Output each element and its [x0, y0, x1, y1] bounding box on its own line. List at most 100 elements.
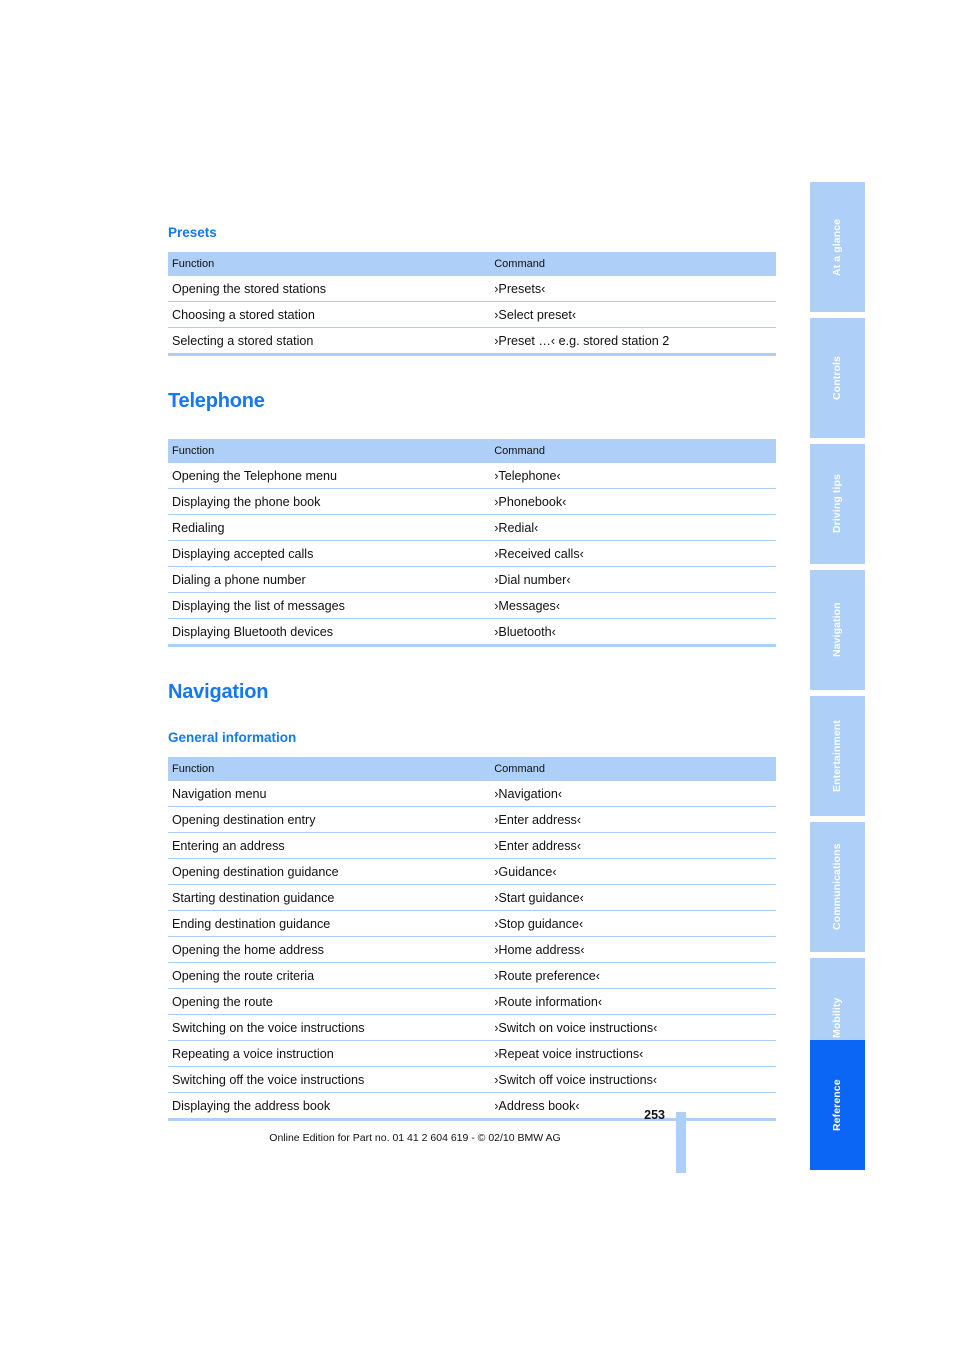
command-table-presets: Function Command Opening the stored statio…: [168, 252, 776, 353]
tab-label: Communications: [831, 843, 843, 931]
command-cell: ›Phonebook‹: [490, 488, 776, 515]
function-cell: Opening destination entry: [168, 806, 491, 833]
command-table-navigation: Function Command Navigation menu ›Navigatio…: [168, 757, 776, 1118]
table-row: Choosing a stored station ›Select preset‹: [168, 301, 776, 328]
table-row: Opening destination entry ›Enter address‹: [168, 806, 776, 833]
table-header-row: Function Command: [168, 439, 776, 463]
function-cell: Ending destination guidance: [168, 910, 491, 937]
table-row: Displaying the list of messages ›Messages…: [168, 592, 776, 619]
command-cell: ›Received calls‹: [490, 540, 776, 567]
command-cell: ›Telephone‹: [490, 463, 776, 489]
function-cell: Displaying accepted calls: [168, 540, 491, 567]
command-cell: ›Stop guidance‹: [490, 910, 776, 937]
function-cell: Displaying the address book: [172, 1099, 331, 1113]
tab-label: Reference: [831, 1079, 843, 1131]
tab-at-a-glance[interactable]: At a glance: [810, 182, 865, 312]
function-cell: Entering an address: [168, 832, 491, 859]
function-cell: Opening the route criteria: [168, 962, 491, 989]
page-content: Presets Function Command Opening the stored…: [168, 225, 776, 1121]
table-row: Opening the stored stations ›Presets‹: [168, 276, 776, 302]
column-header: Command: [490, 252, 776, 276]
table-row: Selecting a stored station ›Preset …‹ e.g…: [168, 328, 776, 354]
heading-navigation: Navigation: [168, 681, 269, 703]
tab-label: Driving tips: [831, 474, 843, 534]
table-row: Displaying Bluetooth devices ›Bluetooth‹: [168, 619, 776, 645]
table-row: Repeating a voice instruction ›Repeat voi…: [168, 1040, 776, 1067]
function-cell: Dialing a phone number: [168, 566, 491, 593]
footer-edition-note: Online Edition for Part no. 01 41 2 604 …: [269, 1132, 561, 1144]
command-cell: ›Preset …‹ e.g. stored station 2: [494, 334, 670, 348]
command-table-telephone: Function Command Opening the Telephone men…: [168, 439, 776, 644]
table-row: Redialing ›Redial‹: [168, 514, 776, 541]
function-cell: Displaying the list of messages: [168, 592, 491, 619]
command-cell: ›Navigation‹: [490, 781, 776, 807]
heading-telephone: Telephone: [168, 390, 265, 412]
table-row: Navigation menu ›Navigation‹: [168, 781, 776, 807]
function-cell: Redialing: [168, 514, 491, 541]
command-cell: ›Home address‹: [490, 936, 776, 963]
column-header: Command: [490, 439, 776, 463]
subheading-navigation: General information: [168, 730, 297, 745]
table-row: Opening the home address ›Home address‹: [168, 936, 776, 963]
function-cell: Navigation menu: [168, 781, 491, 807]
function-cell: Displaying Bluetooth devices: [172, 625, 334, 639]
command-cell: ›Repeat voice instructions‹: [490, 1040, 776, 1067]
tab-navigation[interactable]: Navigation: [810, 570, 865, 690]
column-header: Command: [490, 757, 776, 781]
table-header-row: Function Command: [168, 252, 776, 276]
table-row: Opening the route ›Route information‹: [168, 988, 776, 1015]
tab-controls[interactable]: Controls: [810, 318, 865, 438]
table-row: Opening the Telephone menu ›Telephone‹: [168, 463, 776, 489]
function-cell: Selecting a stored station: [172, 334, 314, 348]
command-cell: ›Presets‹: [490, 276, 776, 302]
function-cell: Repeating a voice instruction: [168, 1040, 491, 1067]
command-cell: ›Enter address‹: [490, 806, 776, 833]
tab-label: Mobility: [831, 997, 843, 1039]
table-row: Displaying the phone book ›Phonebook‹: [168, 488, 776, 515]
command-cell: ›Route information‹: [490, 988, 776, 1015]
tab-label: At a glance: [831, 218, 843, 276]
tab-label: Entertainment: [831, 720, 843, 792]
table-row: Switching off the voice instructions ›Swi…: [168, 1066, 776, 1093]
column-header: Function: [168, 757, 491, 781]
tab-label: Controls: [831, 356, 843, 400]
command-cell: ›Enter address‹: [490, 832, 776, 859]
page-number: 253: [644, 1108, 665, 1122]
function-cell: Choosing a stored station: [168, 301, 491, 328]
command-cell: ›Messages‹: [490, 592, 776, 619]
table-row: Starting destination guidance ›Start guid…: [168, 884, 776, 911]
tab-reference[interactable]: Reference: [810, 1040, 865, 1170]
heading-presets: Presets: [168, 225, 217, 240]
table-row: Dialing a phone number ›Dial number‹: [168, 566, 776, 593]
command-cell: ›Redial‹: [490, 514, 776, 541]
column-header: Function: [168, 439, 491, 463]
tab-entertainment[interactable]: Entertainment: [810, 696, 865, 816]
function-cell: Opening the route: [168, 988, 491, 1015]
command-cell: ›Bluetooth‹: [494, 625, 556, 639]
table-row: Ending destination guidance ›Stop guidanc…: [168, 910, 776, 937]
command-cell: ›Route preference‹: [490, 962, 776, 989]
function-cell: Displaying the phone book: [168, 488, 491, 515]
command-cell: ›Dial number‹: [490, 566, 776, 593]
footer-marker-bar: [676, 1112, 686, 1173]
function-cell: Starting destination guidance: [168, 884, 491, 911]
table-row: Entering an address ›Enter address‹: [168, 832, 776, 859]
table-row: Opening destination guidance ›Guidance‹: [168, 858, 776, 885]
tab-communications[interactable]: Communications: [810, 822, 865, 952]
function-cell: Opening destination guidance: [168, 858, 491, 885]
command-cell: ›Start guidance‹: [490, 884, 776, 911]
table-row: Switching on the voice instructions ›Swit…: [168, 1014, 776, 1041]
tab-driving-tips[interactable]: Driving tips: [810, 444, 865, 564]
command-cell: ›Switch off voice instructions‹: [490, 1066, 776, 1093]
function-cell: Switching on the voice instructions: [168, 1014, 491, 1041]
command-cell: ›Guidance‹: [490, 858, 776, 885]
command-cell: ›Switch on voice instructions‹: [490, 1014, 776, 1041]
tab-label: Navigation: [831, 602, 843, 658]
function-cell: Switching off the voice instructions: [168, 1066, 491, 1093]
function-cell: Opening the stored stations: [168, 276, 491, 302]
table-header-row: Function Command: [168, 757, 776, 781]
command-cell: ›Select preset‹: [490, 301, 776, 328]
column-header: Function: [168, 252, 491, 276]
